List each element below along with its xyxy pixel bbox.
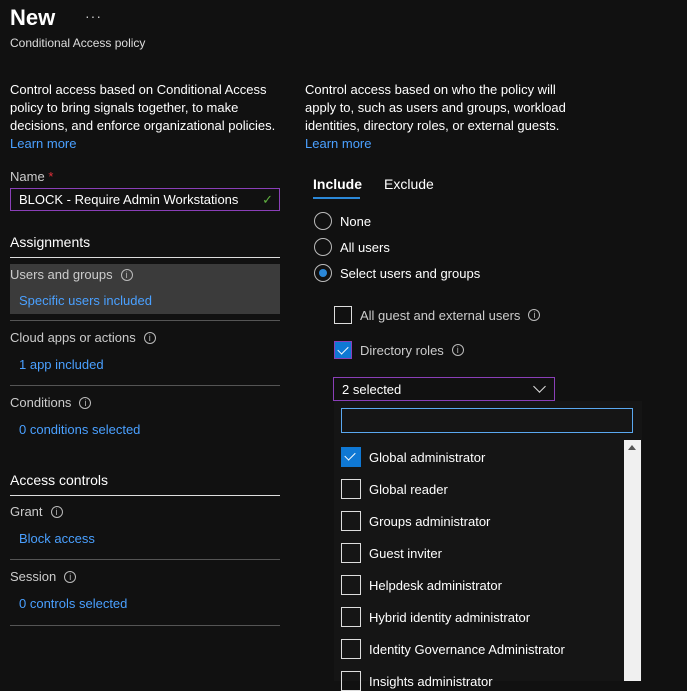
directory-roles-checkbox[interactable]: Directory roles i (334, 341, 464, 359)
role-option[interactable]: Insights administrator (341, 671, 493, 691)
role-label: Global administrator (369, 450, 485, 465)
role-option[interactable]: Groups administrator (341, 511, 490, 531)
radio-all-users[interactable]: All users (314, 238, 390, 256)
grant-value[interactable]: Block access (19, 531, 280, 546)
role-option[interactable]: Guest inviter (341, 543, 442, 563)
policy-name-input[interactable]: BLOCK - Require Admin Workstations ✓ (10, 188, 280, 211)
chevron-down-icon (533, 380, 546, 393)
right-description-text: Control access based on who the policy w… (305, 82, 566, 133)
divider (10, 257, 280, 258)
cloud-apps-item[interactable]: Cloud apps or actions i 1 app included (10, 330, 280, 372)
checkbox-label: All guest and external users (360, 308, 520, 323)
cloud-apps-value[interactable]: 1 app included (19, 357, 280, 372)
users-and-groups-item[interactable]: Users and groups i Specific users include… (10, 264, 280, 314)
dropdown-value: 2 selected (342, 382, 401, 397)
divider (10, 495, 280, 496)
info-icon[interactable]: i (144, 332, 156, 344)
divider (10, 385, 280, 386)
radio-circle[interactable] (314, 212, 332, 230)
radio-circle[interactable] (314, 238, 332, 256)
conditions-label: Conditions (10, 395, 71, 410)
scrollbar[interactable] (624, 440, 641, 681)
divider (10, 320, 280, 321)
checkbox[interactable] (341, 671, 361, 691)
radio-label: Select users and groups (340, 266, 480, 281)
roles-search-input[interactable] (341, 408, 633, 433)
role-option[interactable]: Hybrid identity administrator (341, 607, 530, 627)
active-tab-indicator (313, 197, 360, 199)
cloud-apps-label: Cloud apps or actions (10, 330, 136, 345)
info-icon[interactable]: i (79, 397, 91, 409)
role-label: Hybrid identity administrator (369, 610, 530, 625)
checkbox[interactable] (341, 511, 361, 531)
checkbox[interactable] (341, 639, 361, 659)
learn-more-link[interactable]: Learn more (10, 136, 76, 151)
tab-include[interactable]: Include (313, 176, 362, 192)
checkbox[interactable] (341, 479, 361, 499)
more-options-button[interactable]: ··· (85, 8, 102, 24)
role-option[interactable]: Helpdesk administrator (341, 575, 502, 595)
info-icon[interactable]: i (51, 506, 63, 518)
scroll-up-arrow-icon[interactable] (628, 445, 636, 450)
divider (10, 559, 280, 560)
session-label: Session (10, 569, 56, 584)
name-label: Name * (10, 169, 53, 184)
page-subtitle: Conditional Access policy (10, 36, 145, 50)
required-mark: * (48, 169, 53, 184)
learn-more-link[interactable]: Learn more (305, 136, 371, 151)
checkbox[interactable] (341, 543, 361, 563)
users-and-groups-value[interactable]: Specific users included (19, 293, 280, 308)
role-option[interactable]: Identity Governance Administrator (341, 639, 565, 659)
role-label: Insights administrator (369, 674, 493, 689)
grant-label: Grant (10, 504, 43, 519)
role-label: Groups administrator (369, 514, 490, 529)
conditions-value[interactable]: 0 conditions selected (19, 422, 280, 437)
radio-none[interactable]: None (314, 212, 371, 230)
checkbox-checked[interactable] (341, 447, 361, 467)
info-icon[interactable]: i (64, 571, 76, 583)
info-icon[interactable]: i (452, 344, 464, 356)
checkbox-label: Directory roles (360, 343, 444, 358)
checkbox[interactable] (334, 306, 352, 324)
session-value[interactable]: 0 controls selected (19, 596, 280, 611)
role-option[interactable]: Global administrator (341, 447, 485, 467)
all-guest-checkbox[interactable]: All guest and external users i (334, 306, 540, 324)
radio-label: None (340, 214, 371, 229)
checkbox[interactable] (341, 575, 361, 595)
radio-label: All users (340, 240, 390, 255)
role-label: Global reader (369, 482, 448, 497)
role-label: Identity Governance Administrator (369, 642, 565, 657)
role-option[interactable]: Global reader (341, 479, 448, 499)
page-title: New (10, 5, 55, 31)
role-label: Helpdesk administrator (369, 578, 502, 593)
users-and-groups-label: Users and groups (10, 267, 113, 282)
left-description: Control access based on Conditional Acce… (10, 81, 285, 153)
name-label-text: Name (10, 169, 45, 184)
right-description: Control access based on who the policy w… (305, 81, 575, 153)
policy-name-value: BLOCK - Require Admin Workstations (19, 192, 238, 207)
radio-circle-selected[interactable] (314, 264, 332, 282)
info-icon[interactable]: i (121, 269, 133, 281)
valid-check-icon: ✓ (262, 192, 273, 208)
checkbox-checked[interactable] (334, 341, 352, 359)
conditions-item[interactable]: Conditions i 0 conditions selected (10, 395, 280, 437)
radio-select-users-groups[interactable]: Select users and groups (314, 264, 480, 282)
access-controls-heading: Access controls (10, 472, 108, 488)
tab-exclude[interactable]: Exclude (384, 176, 434, 192)
grant-item[interactable]: Granti Block access (10, 504, 280, 546)
checkbox[interactable] (341, 607, 361, 627)
session-item[interactable]: Session i 0 controls selected (10, 569, 280, 611)
directory-roles-dropdown[interactable]: 2 selected (333, 377, 555, 401)
assignments-heading: Assignments (10, 234, 90, 250)
divider (10, 625, 280, 626)
info-icon[interactable]: i (528, 309, 540, 321)
left-description-text: Control access based on Conditional Acce… (10, 82, 275, 133)
role-label: Guest inviter (369, 546, 442, 561)
